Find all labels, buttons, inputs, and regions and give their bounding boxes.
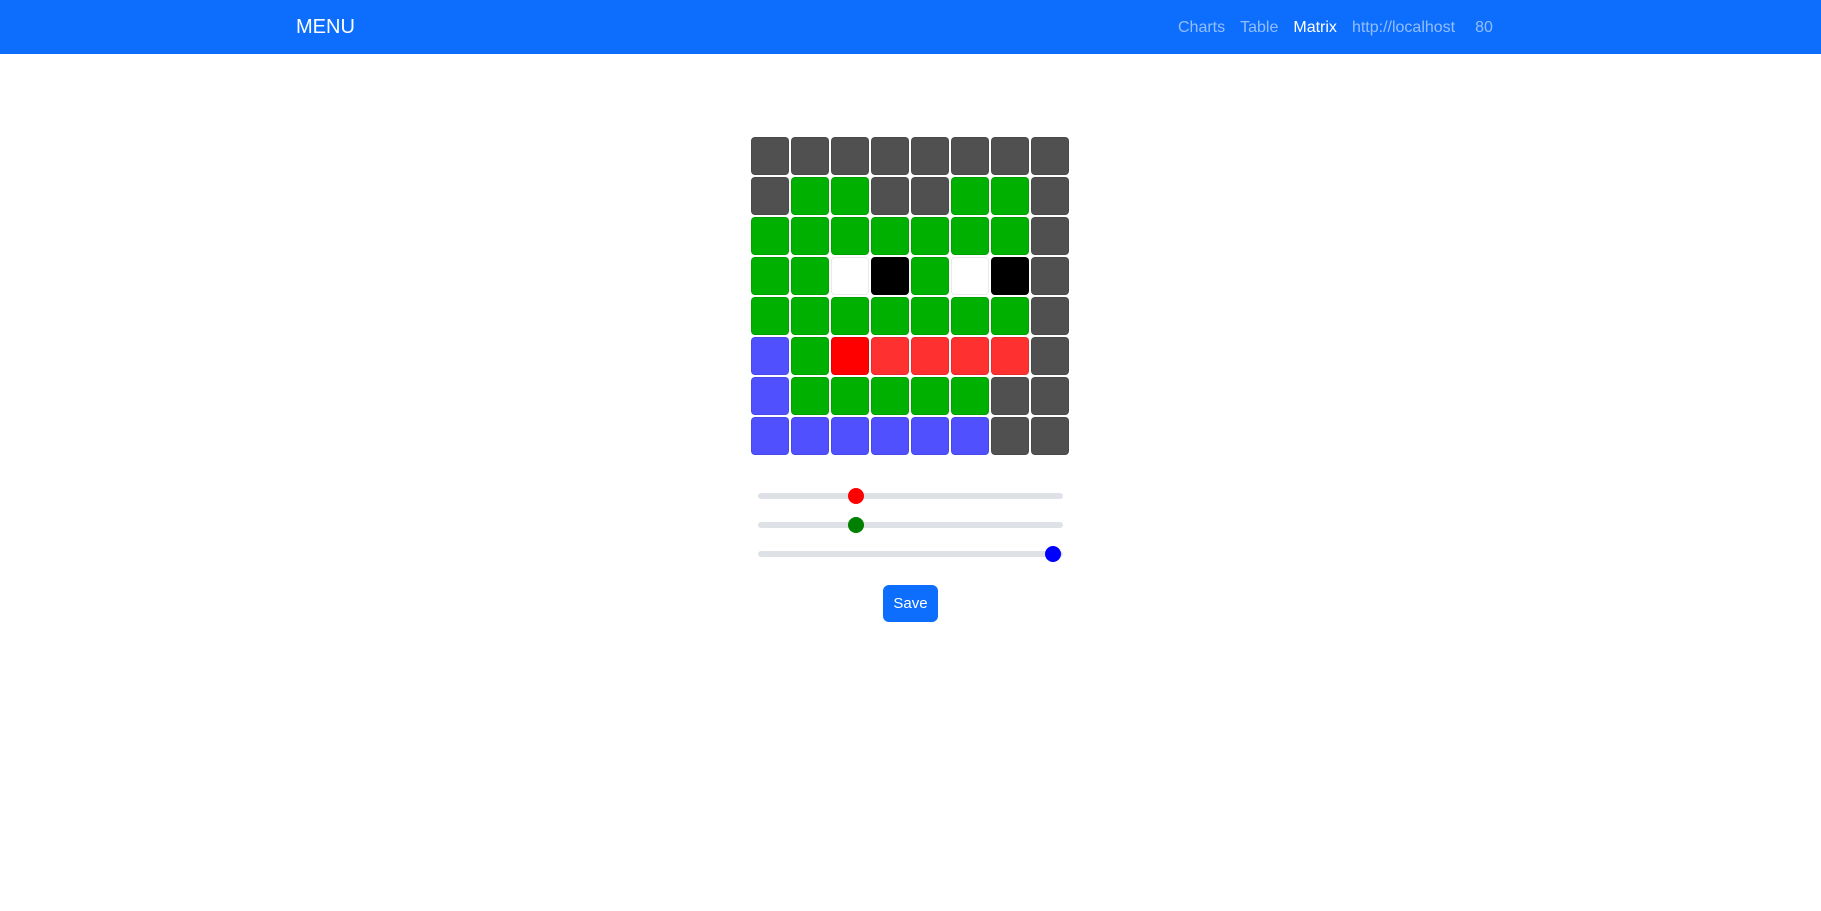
- slider-red[interactable]: [758, 488, 1063, 504]
- matrix-cell[interactable]: [1031, 297, 1069, 335]
- matrix-cell[interactable]: [1031, 417, 1069, 455]
- matrix-cell[interactable]: [871, 177, 909, 215]
- matrix-cell[interactable]: [871, 217, 909, 255]
- slider-thumb[interactable]: [848, 517, 865, 533]
- matrix-cell[interactable]: [1031, 217, 1069, 255]
- matrix-cell[interactable]: [951, 137, 989, 175]
- matrix-cell[interactable]: [751, 377, 789, 415]
- matrix-cell[interactable]: [831, 217, 869, 255]
- matrix-cell[interactable]: [951, 257, 989, 295]
- matrix-cell[interactable]: [951, 377, 989, 415]
- nav-links: Charts Table Matrix http://localhost 80: [1178, 18, 1493, 38]
- save-button[interactable]: Save: [883, 585, 938, 622]
- matrix-cell[interactable]: [871, 257, 909, 295]
- host-label: http://localhost: [1351, 19, 1456, 36]
- matrix-cell[interactable]: [871, 297, 909, 335]
- matrix-cell[interactable]: [911, 137, 949, 175]
- matrix-cell[interactable]: [1031, 137, 1069, 175]
- nav-link-charts[interactable]: Charts: [1178, 18, 1225, 38]
- matrix-cell[interactable]: [751, 337, 789, 375]
- matrix-cell[interactable]: [831, 257, 869, 295]
- matrix-cell[interactable]: [911, 217, 949, 255]
- matrix-cell[interactable]: [751, 257, 789, 295]
- matrix-cell[interactable]: [951, 217, 989, 255]
- matrix-cell[interactable]: [791, 137, 829, 175]
- matrix-cell[interactable]: [791, 337, 829, 375]
- matrix-cell[interactable]: [751, 297, 789, 335]
- matrix-cell[interactable]: [791, 217, 829, 255]
- nav-link-table[interactable]: Table: [1240, 18, 1278, 38]
- slider-thumb[interactable]: [848, 488, 865, 504]
- matrix-cell[interactable]: [991, 177, 1029, 215]
- port-label: 80: [1475, 19, 1493, 36]
- slider-track[interactable]: [758, 522, 1063, 528]
- top-navbar: MENU Charts Table Matrix http://localhos…: [0, 0, 1821, 54]
- matrix-cell[interactable]: [951, 297, 989, 335]
- color-sliders: [758, 488, 1063, 575]
- matrix-cell[interactable]: [791, 257, 829, 295]
- matrix-cell[interactable]: [911, 417, 949, 455]
- matrix-cell[interactable]: [831, 297, 869, 335]
- matrix-cell[interactable]: [871, 417, 909, 455]
- matrix-cell[interactable]: [911, 257, 949, 295]
- matrix-cell[interactable]: [871, 137, 909, 175]
- matrix-cell[interactable]: [831, 337, 869, 375]
- matrix-cell[interactable]: [791, 297, 829, 335]
- matrix-cell[interactable]: [991, 337, 1029, 375]
- menu-brand[interactable]: MENU: [296, 15, 355, 39]
- matrix-cell[interactable]: [831, 137, 869, 175]
- matrix-cell[interactable]: [991, 377, 1029, 415]
- matrix-cell[interactable]: [871, 337, 909, 375]
- matrix-cell[interactable]: [791, 417, 829, 455]
- matrix-cell[interactable]: [911, 337, 949, 375]
- matrix-cell[interactable]: [751, 177, 789, 215]
- matrix-cell[interactable]: [911, 377, 949, 415]
- matrix-cell[interactable]: [991, 297, 1029, 335]
- matrix-cell[interactable]: [751, 137, 789, 175]
- matrix-cell[interactable]: [751, 217, 789, 255]
- matrix-cell[interactable]: [791, 177, 829, 215]
- matrix-cell[interactable]: [831, 417, 869, 455]
- matrix-cell[interactable]: [831, 177, 869, 215]
- slider-track[interactable]: [758, 551, 1063, 557]
- matrix-cell[interactable]: [951, 337, 989, 375]
- matrix-cell[interactable]: [751, 417, 789, 455]
- matrix-cell[interactable]: [911, 177, 949, 215]
- slider-green[interactable]: [758, 517, 1063, 533]
- nav-link-matrix[interactable]: Matrix: [1293, 18, 1337, 38]
- matrix-cell[interactable]: [991, 217, 1029, 255]
- matrix-cell[interactable]: [1031, 337, 1069, 375]
- matrix-cell[interactable]: [991, 137, 1029, 175]
- matrix-cell[interactable]: [791, 377, 829, 415]
- matrix-cell[interactable]: [991, 417, 1029, 455]
- matrix-cell[interactable]: [951, 177, 989, 215]
- slider-blue[interactable]: [758, 546, 1063, 562]
- slider-thumb[interactable]: [1045, 546, 1061, 562]
- matrix-cell[interactable]: [831, 377, 869, 415]
- pixel-matrix: [751, 137, 1069, 455]
- matrix-cell[interactable]: [991, 257, 1029, 295]
- matrix-cell[interactable]: [1031, 377, 1069, 415]
- matrix-cell[interactable]: [1031, 257, 1069, 295]
- slider-track[interactable]: [758, 493, 1063, 499]
- matrix-cell[interactable]: [871, 377, 909, 415]
- matrix-cell[interactable]: [951, 417, 989, 455]
- matrix-cell[interactable]: [1031, 177, 1069, 215]
- matrix-cell[interactable]: [911, 297, 949, 335]
